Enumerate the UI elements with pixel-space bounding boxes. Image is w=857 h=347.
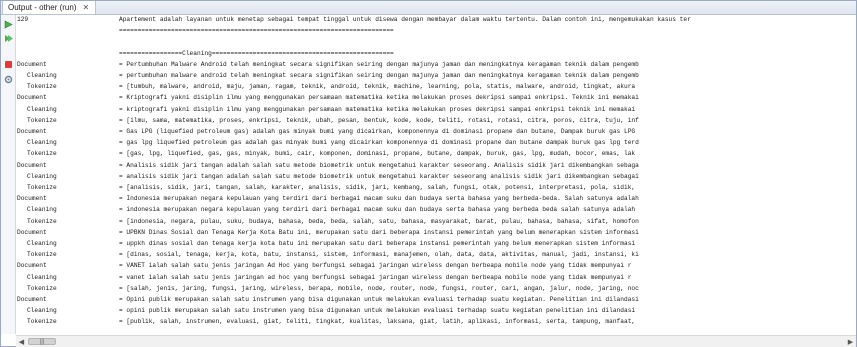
output-line-label: Cleaning xyxy=(27,273,57,281)
output-line: =================Cleaning===============… xyxy=(17,50,394,57)
output-line: Cleaning = gas lpg liquefied petroleum ga… xyxy=(17,139,639,146)
gear-icon[interactable] xyxy=(3,74,13,84)
output-line-text: = Analisis sidik jari tangan adalah sala… xyxy=(119,161,639,169)
output-line: Tokenize = [gas, lpg, liquefied, gas, gas… xyxy=(17,150,635,157)
close-icon[interactable]: ✕ xyxy=(82,1,89,14)
output-line-text: = [salah, jenis, jaring, fungsi, jaring,… xyxy=(119,284,639,292)
output-line: Cleaning = opini publik merupakan salah s… xyxy=(17,307,635,314)
output-line: 129 Apartement adalah layanan untuk menet… xyxy=(17,16,691,23)
output-line-text: = VANET ialah salah satu jenis jaringan … xyxy=(119,262,632,270)
output-panel: Output - other (run) ✕ 129 Apartement ada… xyxy=(0,0,857,347)
output-line: ========================================… xyxy=(17,27,394,34)
output-text-area[interactable]: 129 Apartement adalah layanan untuk menet… xyxy=(17,15,855,333)
output-line-text: = kriptografi yakni disiplin ilmu yang m… xyxy=(119,105,636,113)
output-line: Cleaning = vanet ialah salah satu jenis j… xyxy=(17,274,631,281)
output-line: Document = UPBKN Dinas Sosial dan Tenaga … xyxy=(17,229,639,236)
output-line-label: Document xyxy=(17,128,47,135)
output-line-label: Cleaning xyxy=(27,172,57,180)
output-line-label: Tokenize xyxy=(27,116,57,124)
output-line-text: = gas lpg liquefied petroleum gas adalah… xyxy=(119,139,639,147)
output-line-text: = pertumbuhan malware android telah meni… xyxy=(119,72,639,79)
output-line: Document = Pertumbuhan Malware Android te… xyxy=(17,61,639,68)
output-line-text: ========================================… xyxy=(119,27,394,35)
output-line-label: Tokenize xyxy=(27,217,57,225)
tab-bar: Output - other (run) ✕ xyxy=(1,1,856,15)
output-line: Tokenize = [salah, jenis, jaring, fungsi,… xyxy=(17,285,639,292)
output-line-text: = [gas, lpg, liquefied, gas, gas, minyak… xyxy=(119,150,636,158)
output-line-label: Tokenize xyxy=(27,150,57,158)
output-line-label: Cleaning xyxy=(27,105,57,113)
output-line-label: Document xyxy=(17,262,47,270)
output-line: Cleaning = uppkh dinas sosial dan tenaga … xyxy=(17,240,635,247)
output-line-text: = indonesia merupakan negara kepulauan y… xyxy=(119,206,636,214)
output-line: Document = Kriptografi yakni disiplin ilm… xyxy=(17,94,639,101)
output-line-label: Cleaning xyxy=(27,307,57,315)
rerun-icon[interactable] xyxy=(3,33,13,43)
output-line-label: Document xyxy=(17,195,47,203)
output-line: Document = Gas LPG (liquefied petroleum g… xyxy=(17,128,635,135)
output-line-label: Tokenize xyxy=(27,184,57,191)
output-line-text: = vanet ialah salah satu jenis jaringan … xyxy=(119,273,632,281)
output-line: Document = Indonesia merupakan negara kep… xyxy=(17,195,639,202)
output-line: Tokenize = [tumbuh, malware, android, maj… xyxy=(17,83,635,90)
output-line: Cleaning = indonesia merupakan negara kep… xyxy=(17,206,635,213)
output-line-text: Apartement adalah layanan untuk menetap … xyxy=(119,16,691,23)
output-line: Tokenize = [ilmu, sama, matematika, prose… xyxy=(17,117,639,124)
output-line: Tokenize = [analisis, sidik, jari, tangan… xyxy=(17,184,635,191)
stop-icon[interactable] xyxy=(3,59,13,69)
output-line: Document = Analisis sidik jari tangan ada… xyxy=(17,162,639,169)
output-line-text: = Gas LPG (liquefied petroleum gas) adal… xyxy=(119,128,636,135)
output-line-text: = analisis sidik jari tangan adalah sala… xyxy=(119,172,639,180)
output-line: Cleaning = kriptografi yakni disiplin ilm… xyxy=(17,106,635,113)
play-icon[interactable] xyxy=(3,19,13,29)
output-line-text: = UPBKN Dinas Sosial dan Tenaga Kerja Ko… xyxy=(119,228,639,236)
output-line: Document = VANET ialah salah satu jenis j… xyxy=(17,262,631,269)
output-line: Tokenize = [dinas, sosial, tenaga, kerja,… xyxy=(17,251,639,258)
output-line: Tokenize = [indonesia, negara, pulau, suk… xyxy=(17,218,639,225)
output-line-label: Tokenize xyxy=(27,83,57,91)
output-line-label: Document xyxy=(17,94,47,102)
output-line: Tokenize = [publik, salah, instrumen, eva… xyxy=(17,318,635,325)
output-line-label: Document xyxy=(17,161,47,169)
output-line-text: = Kriptografi yakni disiplin ilmu yang m… xyxy=(119,94,639,102)
output-line-text: = [tumbuh, malware, android, maju, jaman… xyxy=(119,83,636,91)
output-line-label: Tokenize xyxy=(27,318,57,326)
scroll-left-icon[interactable]: ◀ xyxy=(17,337,26,346)
tab-output-run[interactable]: Output - other (run) ✕ xyxy=(2,1,97,14)
output-line-label: 129 xyxy=(17,16,29,23)
output-line-text: =================Cleaning===============… xyxy=(119,49,394,57)
output-line-text: = [publik, salah, instrumen, evaluasi, g… xyxy=(119,318,636,326)
output-line-label: Tokenize xyxy=(27,284,57,292)
output-line-label: Document xyxy=(17,296,47,303)
output-line-text: = [ilmu, sama, matematika, proses, enkri… xyxy=(119,116,639,124)
horizontal-scrollbar[interactable]: ◀ ||| ▶ xyxy=(16,335,856,347)
output-line-label: Tokenize xyxy=(27,251,57,259)
output-line-label: Cleaning xyxy=(27,240,57,247)
output-line-label: Cleaning xyxy=(27,139,57,147)
output-line-text: = [dinas, sosial, tenaga, kerja, kota, b… xyxy=(119,251,639,259)
output-line-text: = [indonesia, negara, pulau, suku, buday… xyxy=(119,217,639,225)
scrollbar-thumb[interactable]: ||| xyxy=(28,338,56,345)
output-toolbar xyxy=(1,15,16,334)
output-line-text: = Indonesia merupakan negara kepulauan y… xyxy=(119,195,639,203)
output-line: Cleaning = pertumbuhan malware android te… xyxy=(17,72,639,79)
output-line-text: = uppkh dinas sosial dan tenaga kerja ko… xyxy=(119,240,636,247)
output-line-label: Cleaning xyxy=(27,206,57,214)
output-line-label: Document xyxy=(17,228,47,236)
output-line: Document = Opini publik merupakan salah s… xyxy=(17,296,639,303)
output-line-text: = Pertumbuhan Malware Android telah meni… xyxy=(119,60,639,68)
output-line-label: Document xyxy=(17,60,47,68)
scroll-right-icon[interactable]: ▶ xyxy=(846,337,855,346)
output-line-label: Cleaning xyxy=(27,72,57,79)
tab-title: Output - other (run) xyxy=(8,3,77,12)
output-line: Cleaning = analisis sidik jari tangan ada… xyxy=(17,173,639,180)
output-line-text: = [analisis, sidik, jari, tangan, salah,… xyxy=(119,184,636,191)
output-line-text: = opini publik merupakan salah satu inst… xyxy=(119,307,636,315)
output-line-text: = Opini publik merupakan salah satu inst… xyxy=(119,296,639,303)
